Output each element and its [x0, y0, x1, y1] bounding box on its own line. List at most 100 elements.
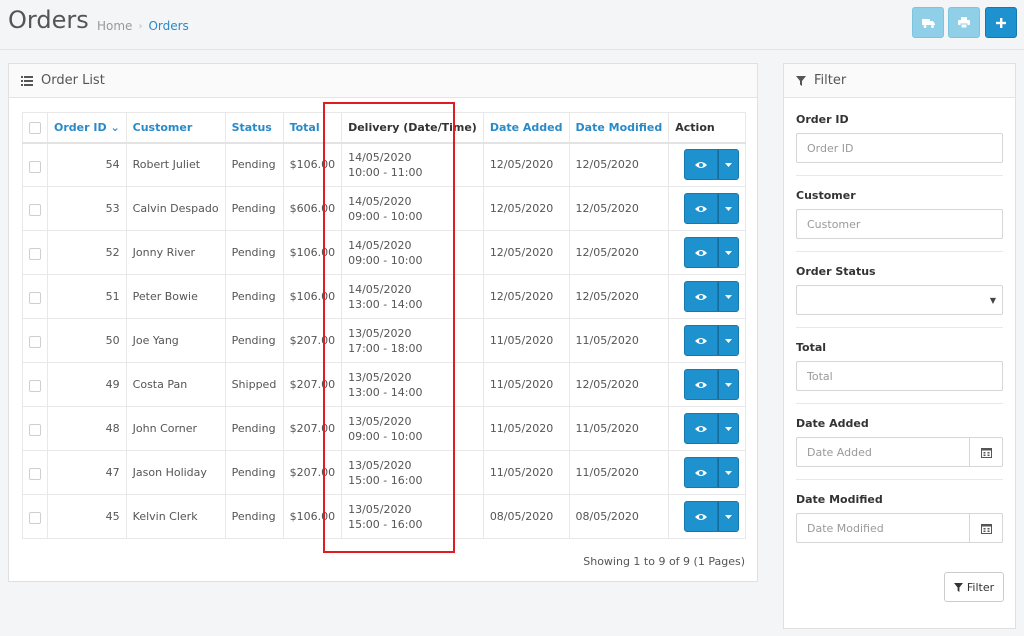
select-all-cell	[22, 112, 48, 144]
filter-button[interactable]: Filter	[944, 572, 1004, 602]
view-order-button[interactable]	[684, 281, 718, 312]
filter-date-modified-input[interactable]	[796, 513, 970, 543]
row-checkbox[interactable]	[29, 160, 41, 173]
delivery-time: 15:00 - 16:00	[348, 517, 423, 531]
delivery-date: 14/05/2020	[348, 238, 412, 252]
caret-down-icon	[725, 250, 732, 255]
date-modified-picker-button[interactable]	[970, 513, 1003, 543]
action-button-group	[684, 237, 739, 268]
view-order-button[interactable]	[684, 149, 718, 181]
row-checkbox[interactable]	[29, 468, 41, 480]
view-order-button[interactable]	[684, 413, 718, 444]
row-checkbox[interactable]	[29, 248, 41, 260]
cell-date-modified: 12/05/2020	[568, 274, 670, 319]
view-order-button[interactable]	[684, 237, 718, 268]
caret-down-icon	[725, 294, 732, 299]
delivery-time: 10:00 - 11:00	[348, 165, 423, 179]
cell-date-modified: 12/05/2020	[568, 186, 670, 231]
action-button-group	[684, 369, 739, 400]
action-button-group	[684, 457, 739, 488]
action-dropdown-button[interactable]	[718, 369, 739, 400]
print-icon	[958, 17, 970, 28]
cell-total: $106.00	[282, 494, 343, 539]
col-order-id[interactable]: Order ID ⌄	[47, 112, 127, 144]
action-dropdown-button[interactable]	[718, 149, 739, 181]
action-button-group	[684, 325, 739, 356]
cell-order-id: 50	[47, 318, 127, 363]
cell-customer: Jonny River	[125, 230, 226, 275]
action-dropdown-button[interactable]	[718, 457, 739, 488]
filter-order-id-group: Order ID	[796, 113, 1003, 176]
row-checkbox[interactable]	[29, 292, 41, 304]
col-customer[interactable]: Customer	[125, 112, 226, 144]
view-order-button[interactable]	[684, 325, 718, 356]
col-action: Action	[668, 112, 746, 144]
eye-icon	[695, 469, 707, 476]
cell-order-id: 51	[47, 274, 127, 319]
view-order-button[interactable]	[684, 501, 718, 532]
filter-icon	[953, 582, 963, 592]
cell-order-id: 48	[47, 406, 127, 451]
caret-down-icon	[725, 514, 732, 519]
page-title: Orders	[8, 6, 89, 34]
cell-delivery: 13/05/2020 15:00 - 16:00	[341, 450, 484, 495]
col-date-added[interactable]: Date Added	[482, 112, 570, 144]
row-checkbox[interactable]	[29, 424, 41, 436]
cell-date-added: 11/05/2020	[482, 362, 570, 407]
filter-total-input[interactable]	[796, 361, 1003, 391]
filter-customer-input[interactable]	[796, 209, 1003, 239]
cell-delivery: 13/05/2020 17:00 - 18:00	[341, 318, 484, 363]
col-status[interactable]: Status	[224, 112, 284, 144]
cell-date-modified: 12/05/2020	[568, 230, 670, 275]
row-select-cell	[22, 450, 48, 495]
row-checkbox[interactable]	[29, 336, 41, 348]
cell-total: $207.00	[282, 406, 343, 451]
row-checkbox[interactable]	[29, 204, 41, 216]
action-dropdown-button[interactable]	[718, 237, 739, 268]
cell-total: $606.00	[282, 186, 343, 231]
filter-total-label: Total	[796, 341, 827, 354]
add-order-button[interactable]	[985, 7, 1017, 38]
cell-delivery: 14/05/2020 09:00 - 10:00	[341, 230, 484, 275]
filter-date-added-input[interactable]	[796, 437, 970, 467]
plus-icon	[996, 17, 1006, 28]
filter-order-status-select[interactable]: ▼	[796, 285, 1003, 315]
caret-down-icon	[725, 470, 732, 475]
ship-button[interactable]	[912, 7, 944, 38]
row-checkbox[interactable]	[29, 380, 41, 392]
table-header-row: Order ID ⌄ Customer Status Total Deliver…	[22, 112, 746, 144]
row-select-cell	[22, 230, 48, 275]
filter-form: Order ID Customer Order Status ▼ Total D…	[784, 98, 1015, 555]
filter-customer-group: Customer	[796, 189, 1003, 252]
print-button[interactable]	[948, 7, 980, 38]
view-order-button[interactable]	[684, 193, 718, 224]
breadcrumb-current[interactable]: Orders	[148, 19, 188, 33]
row-select-cell	[22, 274, 48, 319]
action-button-group	[684, 193, 739, 224]
list-icon	[21, 75, 33, 86]
action-dropdown-button[interactable]	[718, 325, 739, 356]
view-order-button[interactable]	[684, 369, 718, 400]
filter-date-modified-group: Date Modified	[796, 493, 1003, 555]
filter-heading: Filter	[784, 64, 1015, 98]
action-dropdown-button[interactable]	[718, 281, 739, 312]
date-added-picker-button[interactable]	[970, 437, 1003, 467]
action-dropdown-button[interactable]	[718, 193, 739, 224]
filter-title: Filter	[814, 73, 847, 88]
select-all-checkbox[interactable]	[29, 122, 41, 134]
cell-delivery: 13/05/2020 13:00 - 14:00	[341, 362, 484, 407]
breadcrumb-home[interactable]: Home	[97, 19, 132, 33]
sort-desc-icon: ⌄	[110, 120, 120, 134]
row-checkbox[interactable]	[29, 512, 41, 524]
action-dropdown-button[interactable]	[718, 501, 739, 532]
action-dropdown-button[interactable]	[718, 413, 739, 444]
caret-down-icon: ▼	[989, 296, 996, 305]
view-order-button[interactable]	[684, 457, 718, 488]
filter-order-id-input[interactable]	[796, 133, 1003, 163]
cell-date-modified: 12/05/2020	[568, 362, 670, 407]
delivery-time: 09:00 - 10:00	[348, 253, 423, 267]
cell-date-modified: 11/05/2020	[568, 406, 670, 451]
col-total[interactable]: Total	[282, 112, 343, 144]
cell-status: Pending	[224, 450, 284, 495]
col-date-modified[interactable]: Date Modified	[568, 112, 670, 144]
